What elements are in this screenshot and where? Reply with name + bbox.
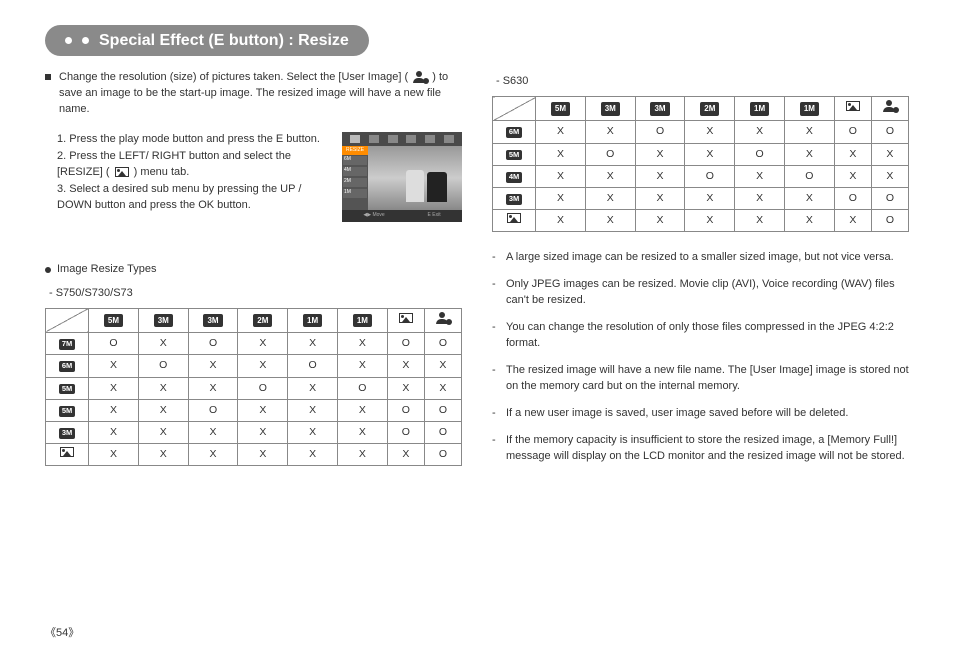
lcd-preview: RESIZE 6M 4M 2M 1M ◀▶ Move E Exit xyxy=(342,132,462,222)
lcd-move-label: Move xyxy=(372,212,384,218)
table-row: 7MOXOXXXOO xyxy=(46,333,462,355)
content-columns: Change the resolution (size) of pictures… xyxy=(45,70,909,476)
intro-block: Change the resolution (size) of pictures… xyxy=(45,70,462,118)
lcd-option: 2M xyxy=(343,178,367,187)
model-label-2: - S630 xyxy=(496,74,909,90)
table-row: 6MXXOXXXOO xyxy=(493,121,909,143)
notes-list: A large sized image can be resized to a … xyxy=(492,250,909,464)
size-badge: 3M xyxy=(601,102,620,116)
resize-table-s630: 5M 3M 3M 2M 1M 1M 6MXXOXXXOO 5MXOXXOXXX … xyxy=(492,96,909,232)
size-badge: 3M xyxy=(506,194,522,205)
size-badge: 5M xyxy=(104,314,123,328)
intro-text: Change the resolution (size) of pictures… xyxy=(59,70,462,118)
steps-list: 1. Press the play mode button and press … xyxy=(45,132,332,222)
model-label-1: - S750/S730/S73 xyxy=(49,286,462,302)
page-title-bar: Special Effect (E button) : Resize xyxy=(45,25,369,56)
note-item: You can change the resolution of only th… xyxy=(492,320,909,352)
size-badge: 1M xyxy=(303,314,322,328)
right-column: - S630 5M 3M 3M 2M 1M 1M 6MXXOXXXOO 5MXO… xyxy=(492,70,909,476)
table-header-row: 5M 3M 3M 2M 1M 1M xyxy=(46,308,462,332)
lcd-body: RESIZE 6M 4M 2M 1M xyxy=(342,146,462,210)
size-badge: 3M xyxy=(650,102,669,116)
size-badge: 5M xyxy=(59,406,75,417)
size-badge: 6M xyxy=(59,361,75,372)
table-row: 3MXXXXXXOO xyxy=(46,421,462,443)
size-badge: 1M xyxy=(353,314,372,328)
table-row: 6MXOXXOXXX xyxy=(46,355,462,377)
image-size-icon xyxy=(507,213,521,223)
diagonal-header xyxy=(46,308,89,332)
step-1: 1. Press the play mode button and press … xyxy=(57,132,332,148)
size-badge: 3M xyxy=(203,314,222,328)
note-item: If the memory capacity is insufficient t… xyxy=(492,433,909,465)
table-row: 5MXXOXXXOO xyxy=(46,399,462,421)
page-number: 《54》 xyxy=(45,626,79,642)
size-badge: 1M xyxy=(800,102,819,116)
size-badge: 2M xyxy=(253,314,272,328)
lcd-photo xyxy=(368,146,462,210)
image-size-icon xyxy=(846,101,860,111)
note-item: The resized image will have a new file n… xyxy=(492,363,909,395)
resize-table-s750: 5M 3M 3M 2M 1M 1M 7MOXOXXXOO 6MXOXXOXXX … xyxy=(45,308,462,467)
note-item: A large sized image can be resized to a … xyxy=(492,250,909,266)
size-badge: 5M xyxy=(506,150,522,161)
size-badge: 4M xyxy=(506,172,522,183)
user-image-icon xyxy=(413,71,427,83)
lcd-option: 6M xyxy=(343,156,367,165)
size-badge: 5M xyxy=(59,384,75,395)
table-row: 5MXXXOXOXX xyxy=(46,377,462,399)
size-badge: 7M xyxy=(59,339,75,350)
resize-menu-icon xyxy=(115,167,129,177)
image-size-icon xyxy=(399,313,413,323)
note-item: If a new user image is saved, user image… xyxy=(492,406,909,422)
size-badge: 3M xyxy=(59,428,75,439)
lcd-option: 1M xyxy=(343,189,367,198)
steps-and-lcd: 1. Press the play mode button and press … xyxy=(45,132,462,222)
size-badge: 6M xyxy=(506,127,522,138)
size-badge: 2M xyxy=(700,102,719,116)
image-size-icon xyxy=(60,447,74,457)
lcd-option: 4M xyxy=(343,167,367,176)
size-badge: 5M xyxy=(551,102,570,116)
table-row: 3MXXXXXXOO xyxy=(493,188,909,210)
subheading: Image Resize Types xyxy=(45,262,462,278)
lcd-bottom-bar: ◀▶ Move E Exit xyxy=(342,210,462,222)
step-2: 2. Press the LEFT/ RIGHT button and sele… xyxy=(57,149,332,181)
table-row: 5MXOXXOXXX xyxy=(493,143,909,165)
left-column: Change the resolution (size) of pictures… xyxy=(45,70,462,476)
subheading-text: Image Resize Types xyxy=(57,262,156,278)
circle-bullet-icon xyxy=(45,267,51,273)
note-item: Only JPEG images can be resized. Movie c… xyxy=(492,277,909,309)
lcd-exit-label: Exit xyxy=(432,212,440,218)
table-header-row: 5M 3M 3M 2M 1M 1M xyxy=(493,97,909,121)
step-3: 3. Select a desired sub menu by pressing… xyxy=(57,182,332,214)
diagonal-header xyxy=(493,97,536,121)
page-title: Special Effect (E button) : Resize xyxy=(99,29,349,52)
lcd-resize-label: RESIZE xyxy=(342,146,368,155)
table-row: XXXXXXXO xyxy=(493,210,909,232)
title-dot xyxy=(65,37,72,44)
lcd-tab-bar xyxy=(342,132,462,146)
size-badge: 3M xyxy=(154,314,173,328)
title-dot xyxy=(82,37,89,44)
user-image-icon xyxy=(883,100,897,112)
table-row: XXXXXXXO xyxy=(46,444,462,466)
size-badge: 1M xyxy=(750,102,769,116)
table-row: 4MXXXOXOXX xyxy=(493,165,909,187)
user-image-icon xyxy=(436,312,450,324)
lcd-sidebar: RESIZE 6M 4M 2M 1M xyxy=(342,146,368,210)
square-bullet-icon xyxy=(45,74,51,80)
